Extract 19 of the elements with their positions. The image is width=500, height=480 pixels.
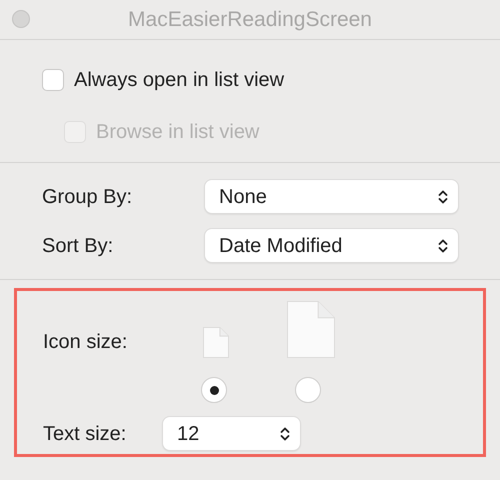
document-icon (203, 327, 229, 359)
radio-button[interactable] (295, 377, 321, 403)
popup-label: Sort By: (42, 234, 114, 258)
popup-button[interactable]: None (205, 180, 458, 213)
popup-label: Group By: (42, 184, 134, 210)
checkbox[interactable] (42, 69, 64, 91)
chevron-icon (438, 238, 448, 254)
document-icon (287, 301, 335, 359)
window-title: MacEasierReadingScreen (128, 6, 372, 33)
popup-button[interactable]: Date Modified (205, 229, 458, 262)
radio-button[interactable] (201, 377, 227, 403)
checkbox-label: Always open in list view (74, 68, 284, 93)
icon-size-label: Icon size: (43, 330, 128, 355)
chevron-icon (438, 188, 448, 204)
window-control-button[interactable] (12, 10, 30, 28)
checkbox-label: Browse in list view (96, 120, 260, 145)
text-size-popup[interactable]: 12 (163, 417, 300, 450)
chevron-icon (280, 426, 290, 442)
text-size-label: Text size: (43, 422, 128, 446)
